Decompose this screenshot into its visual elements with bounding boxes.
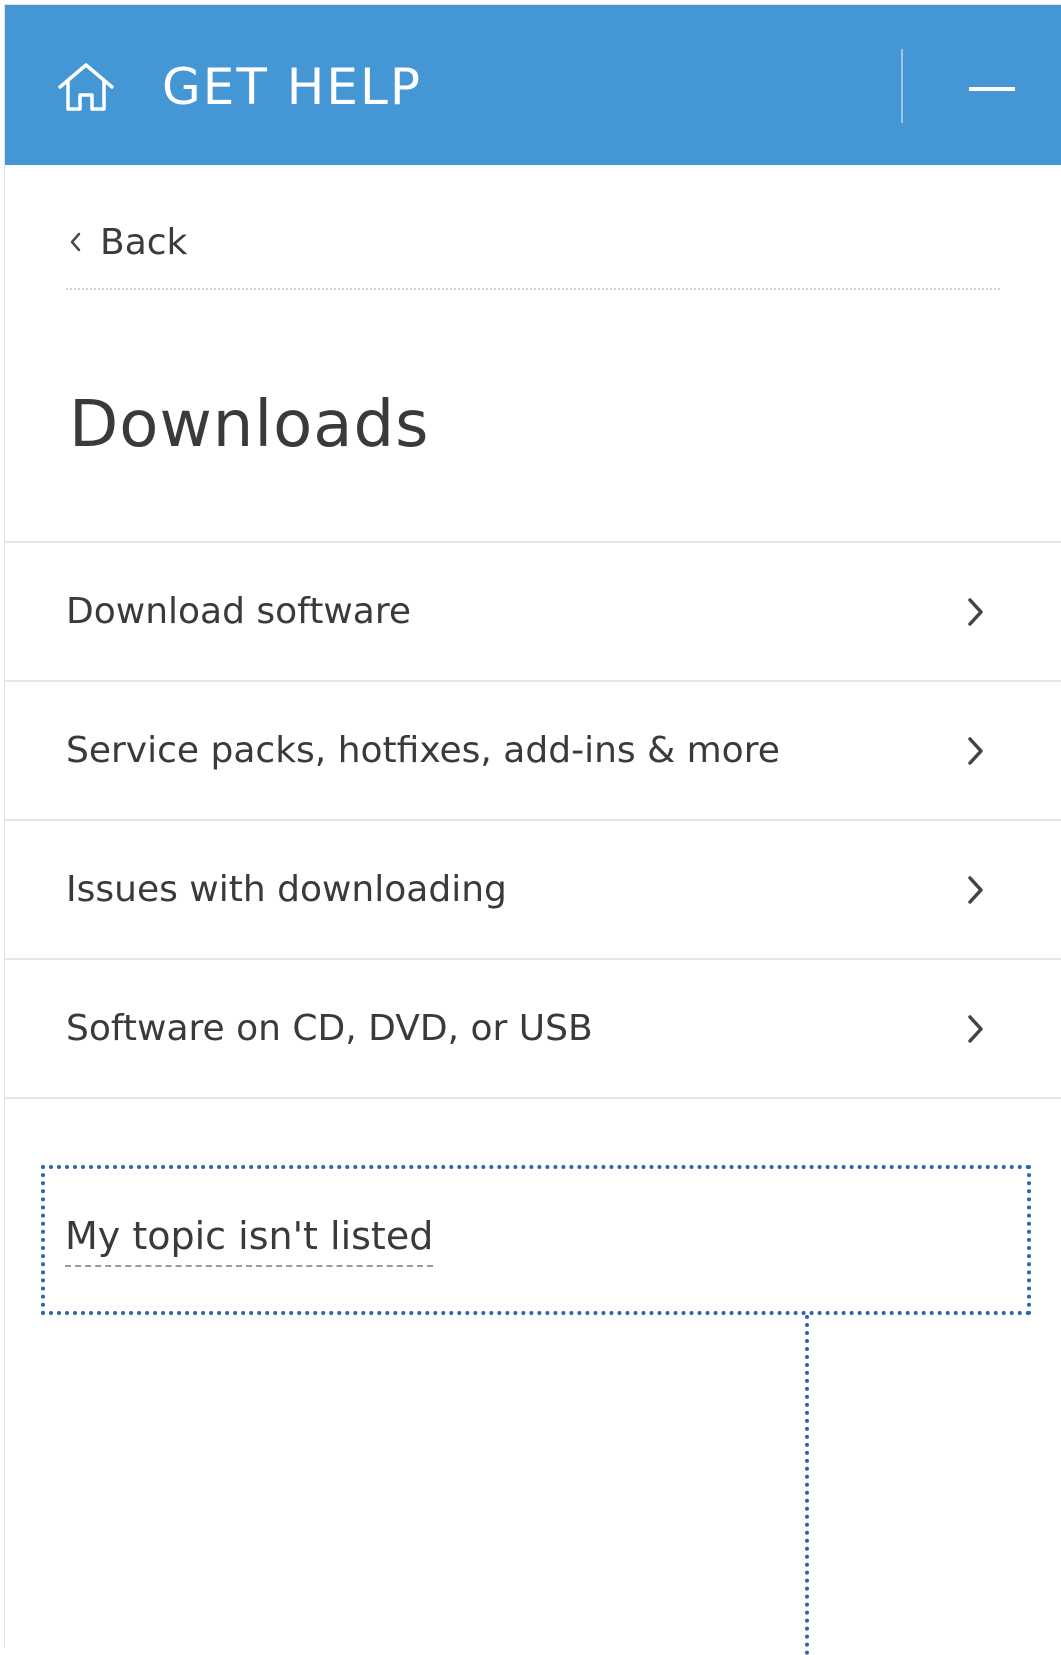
topic-label: Software on CD, DVD, or USB xyxy=(66,1008,593,1049)
topic-item-software-media[interactable]: Software on CD, DVD, or USB xyxy=(5,960,1061,1099)
help-header: GET HELP xyxy=(5,5,1061,165)
header-divider xyxy=(901,49,903,123)
page-title: Downloads xyxy=(69,388,430,462)
topic-label: Download software xyxy=(66,591,411,632)
topic-label: Service packs, hotfixes, add-ins & more xyxy=(66,730,780,771)
topic-item-service-packs[interactable]: Service packs, hotfixes, add-ins & more xyxy=(5,682,1061,821)
chevron-right-icon xyxy=(968,1015,983,1043)
back-label: Back xyxy=(100,221,188,263)
back-divider xyxy=(66,288,1000,290)
home-icon[interactable] xyxy=(55,61,117,113)
highlight-connector-line xyxy=(805,1315,809,1655)
chevron-left-icon xyxy=(70,232,81,252)
help-panel: GET HELP Back Downloads Download softwar… xyxy=(4,4,1061,1655)
minimize-button[interactable] xyxy=(953,61,1027,117)
topic-item-issues-downloading[interactable]: Issues with downloading xyxy=(5,821,1061,960)
chevron-right-icon xyxy=(968,737,983,765)
topic-list: Download software Service packs, hotfixe… xyxy=(5,541,1061,1099)
chevron-right-icon xyxy=(968,598,983,626)
chevron-right-icon xyxy=(968,876,983,904)
topic-not-listed-link[interactable]: My topic isn't listed xyxy=(65,1211,434,1267)
header-title: GET HELP xyxy=(162,58,422,116)
back-link[interactable]: Back xyxy=(66,217,187,267)
topic-item-download-software[interactable]: Download software xyxy=(5,543,1061,682)
topic-label: Issues with downloading xyxy=(66,869,507,910)
minimize-icon xyxy=(969,87,1015,91)
screen: GET HELP Back Downloads Download softwar… xyxy=(0,0,1061,1655)
